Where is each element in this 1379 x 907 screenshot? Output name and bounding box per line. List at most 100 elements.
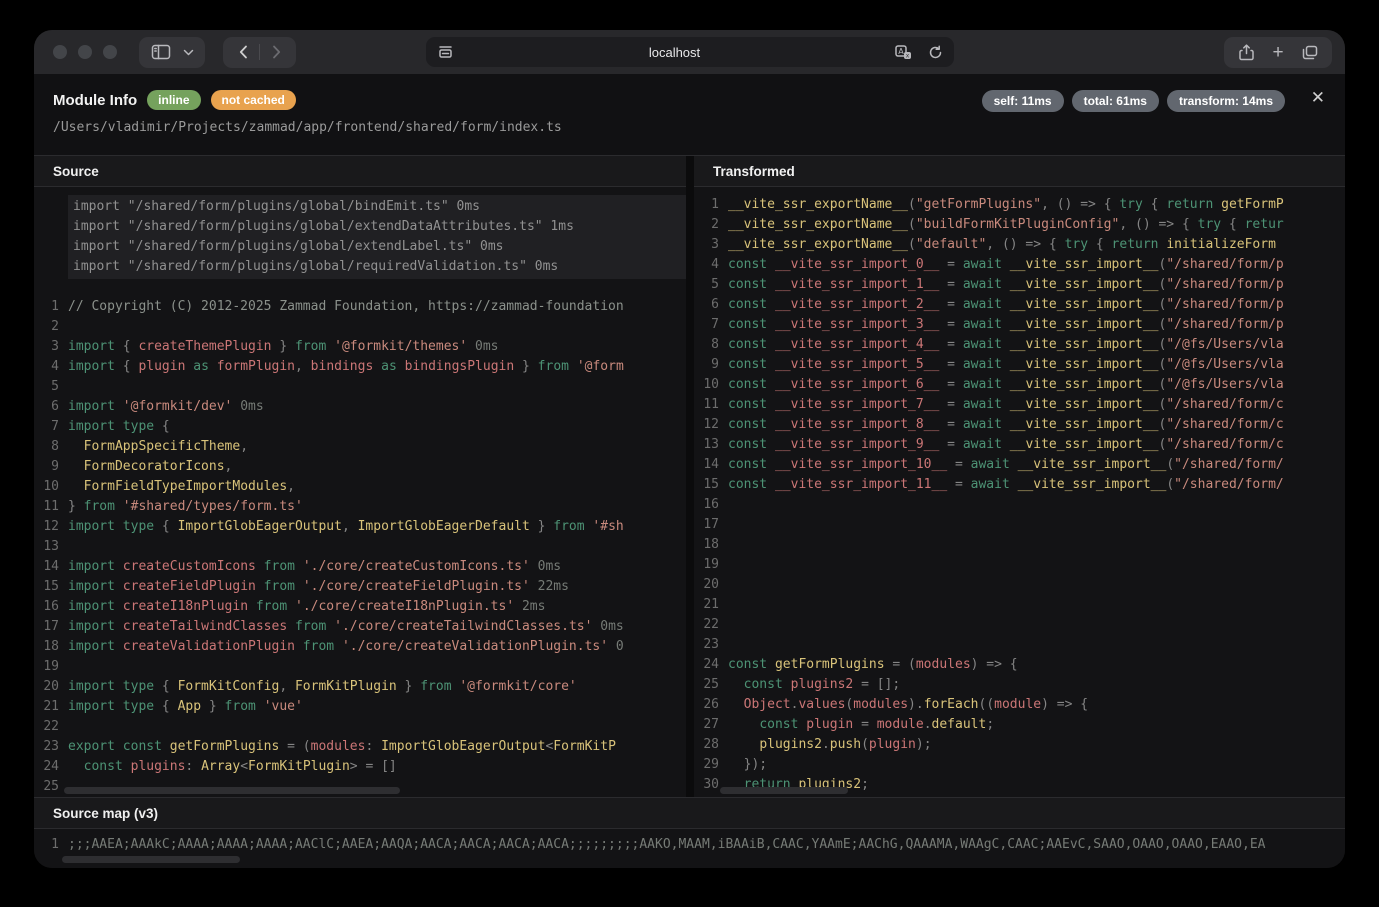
forward-button[interactable]: [260, 37, 292, 68]
code-line: 9 FormDecoratorIcons,: [34, 457, 686, 477]
code-line: 18import createValidationPlugin from './…: [34, 637, 686, 657]
code-line: 5: [34, 377, 686, 397]
code-line: 3__vite_ssr_exportName__("default", () =…: [694, 235, 1345, 255]
code-line: 11} from '#shared/types/form.ts': [34, 497, 686, 517]
code-line: 3import { createThemePlugin } from '@for…: [34, 337, 686, 357]
svg-text:A: A: [898, 47, 904, 56]
transformed-hscrollbar[interactable]: [720, 787, 848, 794]
code-line: 15const __vite_ssr_import_11__ = await _…: [694, 475, 1345, 495]
sourcemap-hscrollbar[interactable]: [62, 856, 240, 863]
code-line: 28 plugins2.push(plugin);: [694, 735, 1345, 755]
nav-group: [223, 37, 296, 68]
code-line: 4const __vite_ssr_import_0__ = await __v…: [694, 255, 1345, 275]
tab-overview-button[interactable]: [1294, 37, 1326, 68]
code-line: 29 });: [694, 755, 1345, 775]
code-line: 19: [34, 657, 686, 677]
import-analysis-overlay: import "/shared/form/plugins/global/bind…: [68, 195, 686, 279]
transformed-code-lines: 1__vite_ssr_exportName__("getFormPlugins…: [694, 195, 1345, 795]
close-icon[interactable]: ✕: [1311, 88, 1325, 108]
code-line: 7import type {: [34, 417, 686, 437]
code-line: 25 const plugins2 = [];: [694, 675, 1345, 695]
code-line: 23: [694, 635, 1345, 655]
inline-badge: inline: [147, 90, 200, 110]
code-line: 12import type { ImportGlobEagerOutput, I…: [34, 517, 686, 537]
overlay-import-line: import "/shared/form/plugins/global/requ…: [73, 257, 686, 277]
sourcemap-code[interactable]: 1;;;AAEA;AAAkC;AAAA;AAAA;AAAA;AAClC;AAEA…: [34, 829, 1345, 868]
code-line: 26 Object.values(modules).forEach((modul…: [694, 695, 1345, 715]
code-line: 17: [694, 515, 1345, 535]
code-line: 17import createTailwindClasses from './c…: [34, 617, 686, 637]
code-line: 1__vite_ssr_exportName__("getFormPlugins…: [694, 195, 1345, 215]
toolbar-right-group: +: [1224, 37, 1332, 68]
overlay-import-line: import "/shared/form/plugins/global/exte…: [73, 217, 686, 237]
chevron-right-icon: [272, 45, 281, 59]
code-line: 27 const plugin = module.default;: [694, 715, 1345, 735]
code-line: 22: [694, 615, 1345, 635]
new-tab-button[interactable]: +: [1262, 37, 1294, 68]
sidebar-group: [139, 37, 205, 68]
sidebar-icon: [151, 44, 171, 60]
code-line: 10 FormFieldTypeImportModules,: [34, 477, 686, 497]
share-button[interactable]: [1230, 37, 1262, 68]
back-button[interactable]: [227, 37, 259, 68]
code-line: 6const __vite_ssr_import_2__ = await __v…: [694, 295, 1345, 315]
code-line: 20import type { FormKitConfig, FormKitPl…: [34, 677, 686, 697]
source-panel-title: Source: [34, 156, 686, 187]
page-title: Module Info: [53, 92, 137, 109]
code-line: 9const __vite_ssr_import_5__ = await __v…: [694, 355, 1345, 375]
code-line: 1// Copyright (C) 2012-2025 Zammad Found…: [34, 297, 686, 317]
code-line: 24const getFormPlugins = (modules) => {: [694, 655, 1345, 675]
code-line: 2__vite_ssr_exportName__("buildFormKitPl…: [694, 215, 1345, 235]
code-line: 15import createFieldPlugin from './core/…: [34, 577, 686, 597]
sourcemap-title: Source map (v3): [34, 798, 1345, 829]
chevron-down-icon: [183, 49, 194, 56]
plus-icon: +: [1272, 43, 1283, 62]
code-line: 10const __vite_ssr_import_6__ = await __…: [694, 375, 1345, 395]
code-line: 6import '@formkit/dev' 0ms: [34, 397, 686, 417]
not-cached-badge: not cached: [211, 90, 296, 110]
panel-divider: [686, 156, 694, 797]
sidebar-menu-button[interactable]: [177, 37, 199, 68]
source-code[interactable]: import "/shared/form/plugins/global/bind…: [34, 187, 686, 797]
self-time-badge: self: 11ms: [982, 90, 1064, 112]
module-path: /Users/vladimir/Projects/zammad/app/fron…: [53, 120, 562, 135]
code-line: 7const __vite_ssr_import_3__ = await __v…: [694, 315, 1345, 335]
url-bar[interactable]: localhost A x: [426, 37, 954, 67]
code-line: 1;;;AAEA;AAAkC;AAAA;AAAA;AAAA;AAClC;AAEA…: [34, 835, 1345, 855]
code-line: 13: [34, 537, 686, 557]
code-line: 12const __vite_ssr_import_8__ = await __…: [694, 415, 1345, 435]
minimize-window-button[interactable]: [78, 45, 92, 59]
code-line: 21import type { App } from 'vue': [34, 697, 686, 717]
code-line: 2: [34, 317, 686, 337]
sidebar-toggle-button[interactable]: [145, 37, 177, 68]
transformed-code[interactable]: 1__vite_ssr_exportName__("getFormPlugins…: [694, 187, 1345, 797]
translate-icon[interactable]: A x: [888, 37, 920, 68]
source-hscrollbar[interactable]: [64, 787, 400, 794]
code-line: 23export const getFormPlugins = (modules…: [34, 737, 686, 757]
code-line: 22: [34, 717, 686, 737]
overlay-import-line: import "/shared/form/plugins/global/exte…: [73, 237, 686, 257]
transformed-panel-title: Transformed: [694, 156, 1345, 187]
share-icon: [1239, 44, 1254, 61]
source-panel: Source import "/shared/form/plugins/glob…: [34, 156, 686, 797]
transform-time-badge: transform: 14ms: [1167, 90, 1285, 112]
url-text[interactable]: localhost: [462, 45, 888, 60]
code-line: 21: [694, 595, 1345, 615]
zoom-window-button[interactable]: [103, 45, 117, 59]
svg-text:x: x: [906, 52, 910, 59]
code-line: 20: [694, 575, 1345, 595]
tabs-icon: [1302, 45, 1318, 60]
reader-icon[interactable]: [430, 37, 462, 68]
code-line: 24 const plugins: Array<FormKitPlugin> =…: [34, 757, 686, 777]
code-line: 5const __vite_ssr_import_1__ = await __v…: [694, 275, 1345, 295]
close-window-button[interactable]: [53, 45, 67, 59]
reload-button[interactable]: [920, 37, 952, 68]
code-line: 4import { plugin as formPlugin, bindings…: [34, 357, 686, 377]
overlay-import-line: import "/shared/form/plugins/global/bind…: [73, 197, 686, 217]
code-panels: Source import "/shared/form/plugins/glob…: [34, 155, 1345, 797]
code-line: 13const __vite_ssr_import_9__ = await __…: [694, 435, 1345, 455]
code-line: 19: [694, 555, 1345, 575]
timing-badges: self: 11ms total: 61ms transform: 14ms: [982, 90, 1285, 112]
transformed-panel: Transformed 1__vite_ssr_exportName__("ge…: [694, 156, 1345, 797]
code-line: 14import createCustomIcons from './core/…: [34, 557, 686, 577]
